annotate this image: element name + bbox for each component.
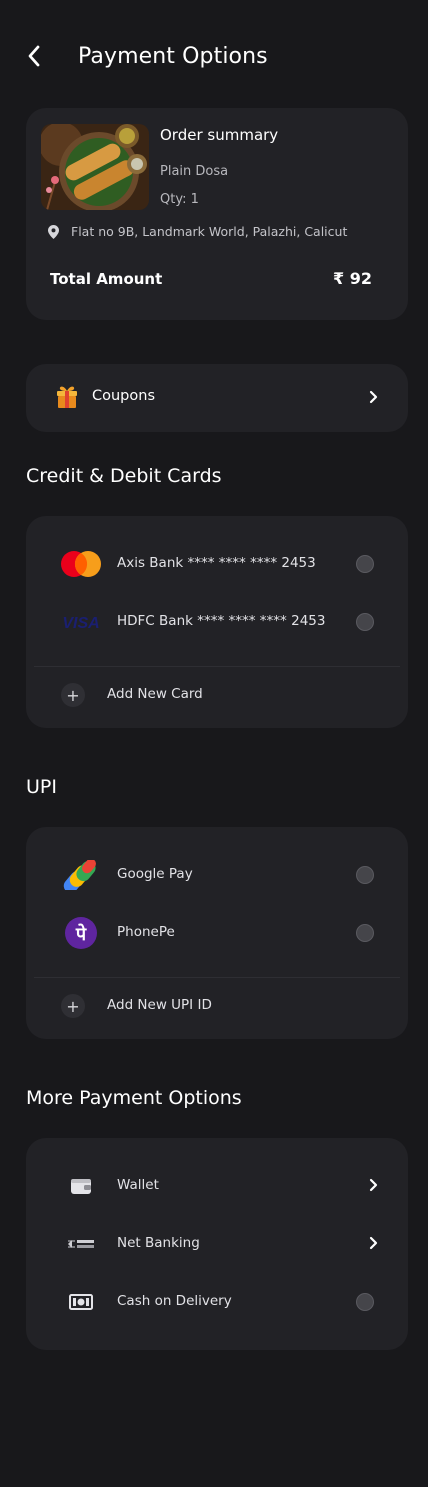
location-text: Flat no 9B, Landmark World, Palazhi, Cal… [71, 224, 348, 239]
svg-text:VISA: VISA [62, 615, 99, 630]
option-label: Net Banking [117, 1235, 200, 1251]
divider [34, 666, 400, 667]
card-radio[interactable] [356, 613, 374, 631]
location-pin-icon [48, 224, 59, 239]
bank-transfer-icon [60, 1224, 102, 1264]
order-summary-card: Order summary Plain Dosa Qty: 1 Flat no … [26, 108, 408, 320]
upi-section-title: UPI [26, 776, 57, 798]
svg-text:पे: पे [75, 923, 87, 945]
add-new-upi-button[interactable]: + Add New UPI ID [26, 986, 408, 1026]
option-wallet[interactable]: Wallet [26, 1166, 408, 1206]
wallet-icon [60, 1166, 102, 1206]
cards-section-title: Credit & Debit Cards [26, 465, 222, 487]
upi-list: Google Pay पे PhonePe + Add New UPI ID [26, 827, 408, 1039]
card-label: Axis Bank **** **** **** 2453 [117, 555, 316, 571]
more-section-title: More Payment Options [26, 1087, 242, 1109]
upi-option-phonepe[interactable]: पे PhonePe [26, 913, 408, 953]
total-amount-label: Total Amount [50, 270, 163, 288]
upi-label: PhonePe [117, 924, 175, 940]
cards-list: Axis Bank **** **** **** 2453 VISA HDFC … [26, 516, 408, 728]
card-option-hdfc[interactable]: VISA HDFC Bank **** **** **** 2453 [26, 602, 408, 642]
add-new-card-label: Add New Card [107, 686, 203, 702]
coupons-chevron [369, 390, 378, 404]
add-new-upi-label: Add New UPI ID [107, 997, 212, 1013]
add-new-card-button[interactable]: + Add New Card [26, 675, 408, 715]
delivery-location: Flat no 9B, Landmark World, Palazhi, Cal… [48, 224, 347, 239]
chevron-right-icon [369, 390, 378, 404]
plus-icon: + [61, 994, 85, 1018]
back-button[interactable] [22, 42, 46, 70]
upi-label: Google Pay [117, 866, 193, 882]
divider [34, 977, 400, 978]
cod-radio[interactable] [356, 1293, 374, 1311]
food-image [41, 124, 149, 210]
more-options-list: Wallet Net Banking Cash on Delivery [26, 1138, 408, 1350]
plus-icon: + [61, 683, 85, 707]
option-cash-on-delivery[interactable]: Cash on Delivery [26, 1282, 408, 1322]
upi-option-google-pay[interactable]: Google Pay [26, 855, 408, 895]
order-item-qty: Qty: 1 [160, 192, 199, 207]
card-label: HDFC Bank **** **** **** 2453 [117, 613, 326, 629]
chevron-right-icon [369, 1178, 378, 1192]
page-title: Payment Options [78, 44, 268, 69]
coupons-label: Coupons [92, 388, 156, 404]
visa-icon: VISA [60, 602, 102, 642]
mastercard-icon [60, 544, 102, 584]
upi-radio[interactable] [356, 924, 374, 942]
option-chevron [369, 1236, 378, 1250]
coupons-button[interactable]: Coupons [26, 364, 408, 432]
option-label: Wallet [117, 1177, 159, 1193]
google-pay-icon [60, 855, 102, 895]
phonepe-icon: पे [60, 913, 102, 953]
cash-icon [60, 1282, 102, 1322]
order-item-name: Plain Dosa [160, 164, 229, 179]
option-label: Cash on Delivery [117, 1293, 232, 1309]
card-radio[interactable] [356, 555, 374, 573]
upi-radio[interactable] [356, 866, 374, 884]
card-option-axis[interactable]: Axis Bank **** **** **** 2453 [26, 544, 408, 584]
chevron-left-icon [28, 45, 40, 67]
app-header: Payment Options [0, 36, 428, 80]
chevron-right-icon [369, 1236, 378, 1250]
total-amount-value: ₹ 92 [333, 269, 372, 288]
option-net-banking[interactable]: Net Banking [26, 1224, 408, 1264]
order-summary-title: Order summary [160, 126, 279, 144]
option-chevron [369, 1178, 378, 1192]
gift-icon [57, 386, 77, 408]
